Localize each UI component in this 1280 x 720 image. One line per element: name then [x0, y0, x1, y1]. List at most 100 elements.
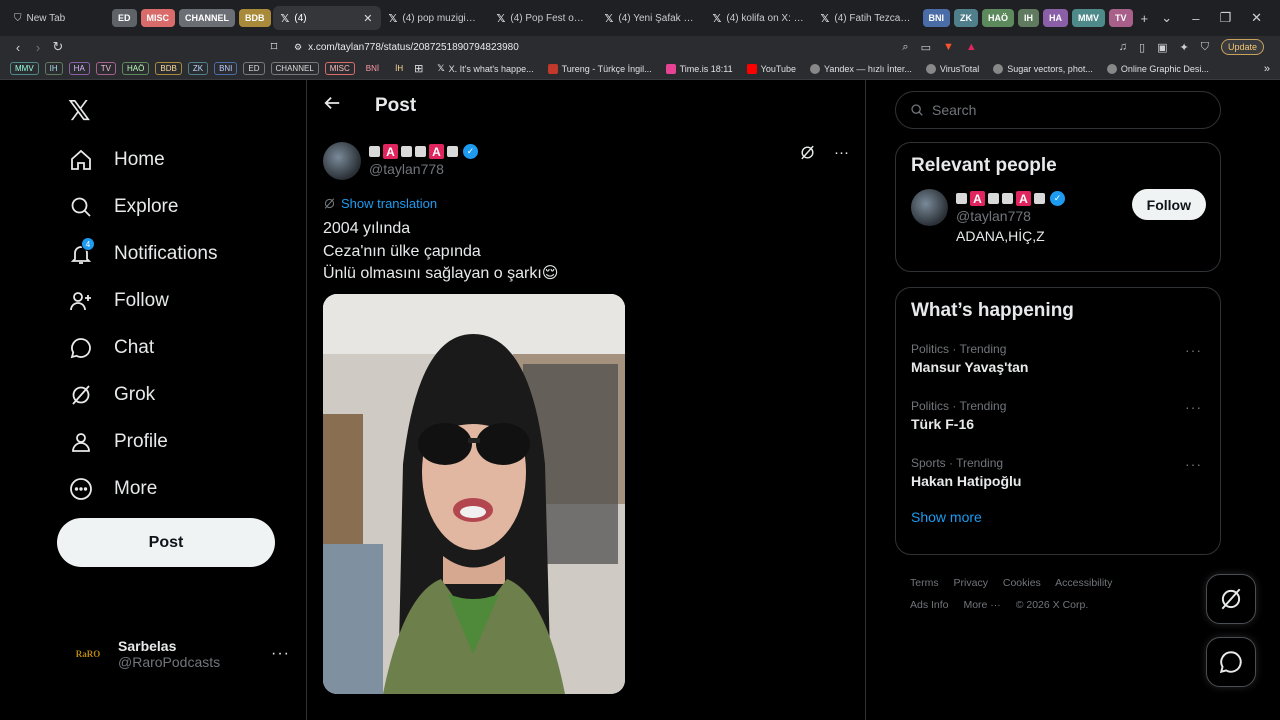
- tab-group-tv[interactable]: TV: [1109, 9, 1133, 27]
- close-window-icon[interactable]: ✕: [1251, 10, 1262, 26]
- nav-explore[interactable]: Explore: [68, 194, 178, 220]
- compose-post-button[interactable]: Post: [57, 518, 275, 567]
- search-input[interactable]: Search: [895, 91, 1221, 129]
- bookmark-group-ed[interactable]: ED: [243, 62, 265, 75]
- bookmark-group-bdb[interactable]: BDB: [155, 62, 182, 75]
- restore-icon[interactable]: ❐: [1219, 10, 1231, 26]
- vpn-icon[interactable]: ⛉: [1201, 41, 1209, 54]
- tab-new-tab[interactable]: ⛉ New Tab: [6, 6, 110, 30]
- bookmark-group-misc[interactable]: MISC: [324, 62, 355, 75]
- bookmark-group-bni[interactable]: BNI: [214, 62, 238, 75]
- tab-group-bdb[interactable]: BDB: [239, 9, 271, 27]
- tab-group-zk[interactable]: ZK: [954, 9, 979, 27]
- more-options-icon[interactable]: ···: [271, 645, 290, 663]
- url-field[interactable]: ⚙ x.com/taylan778/status/208725189079482…: [294, 42, 902, 53]
- trend-item[interactable]: Politics · Trending Türk F-16 ···: [896, 391, 1220, 440]
- show-translation-link[interactable]: Show translation: [323, 196, 437, 211]
- tab-yeni-safak[interactable]: 𝕏 (4) Yeni Şafak on X: ": [597, 6, 705, 30]
- brave-shield-icon[interactable]: ▼: [943, 41, 954, 53]
- update-button[interactable]: Update: [1220, 39, 1264, 55]
- bookmark-youtube[interactable]: YouTube: [746, 63, 796, 74]
- bookmark-graphic-design[interactable]: Online Graphic Desi...: [1106, 63, 1209, 74]
- sidebar-toggle-icon[interactable]: ▯: [1139, 41, 1145, 54]
- cast-icon[interactable]: ▭: [921, 41, 931, 54]
- close-icon[interactable]: ✕: [363, 12, 372, 25]
- bookmark-timeis[interactable]: Time.is 18:11: [665, 63, 733, 74]
- more-options-icon[interactable]: ···: [1185, 342, 1202, 358]
- chevron-down-icon[interactable]: ⌄: [1161, 10, 1172, 26]
- nav-profile[interactable]: Profile: [68, 429, 168, 455]
- nav-grok[interactable]: Grok: [68, 382, 155, 408]
- bookmark-yandex[interactable]: Yandex — hızlı İnter...: [810, 63, 912, 74]
- display-name[interactable]: A A ✓: [956, 191, 1065, 206]
- rewards-icon[interactable]: ▲: [966, 41, 977, 53]
- nav-more[interactable]: More: [68, 476, 157, 502]
- bookmark-sugar-vectors[interactable]: Sugar vectors, phot...: [993, 63, 1093, 74]
- display-name[interactable]: A A ✓: [369, 144, 478, 159]
- back-arrow-icon[interactable]: [323, 94, 341, 117]
- tab-group-mmv[interactable]: MMV: [1072, 9, 1106, 27]
- bookmark-group-ih-2[interactable]: İH: [390, 62, 408, 75]
- tab-group-ih[interactable]: IH: [1018, 9, 1040, 27]
- grok-icon[interactable]: [799, 144, 816, 165]
- avatar[interactable]: [911, 189, 948, 226]
- zoom-icon[interactable]: ⌕: [902, 41, 908, 54]
- bookmark-group-hao[interactable]: HAÖ: [122, 62, 150, 75]
- author-handle[interactable]: @taylan778: [369, 161, 478, 177]
- follow-button[interactable]: Follow: [1131, 189, 1206, 220]
- bookmark-group-bni-2[interactable]: BNİ: [361, 62, 384, 75]
- trend-item[interactable]: Sports · Trending Hakan Hatipoğlu ···: [896, 448, 1220, 497]
- x-logo-icon[interactable]: 𝕏: [68, 94, 91, 127]
- minimize-icon[interactable]: –: [1192, 11, 1199, 26]
- bookmark-x[interactable]: 𝕏 X. It's what's happe...: [437, 63, 533, 74]
- tab-fatih-tezcan[interactable]: 𝕏 (4) Fatih Tezcan on X: [813, 6, 921, 30]
- tab-pop-fest[interactable]: 𝕏 (4) Pop Fest on X: "M: [489, 6, 597, 30]
- site-info-icon[interactable]: ⚙: [294, 42, 302, 53]
- bookmark-group-ha[interactable]: HA: [68, 62, 90, 75]
- trend-item[interactable]: Politics · Trending Mansur Yavaş'tan ···: [896, 334, 1220, 383]
- footer-link-terms[interactable]: Terms: [910, 577, 939, 589]
- apps-grid-icon[interactable]: ⊞: [414, 62, 423, 75]
- footer-link-accessibility[interactable]: Accessibility: [1055, 577, 1112, 589]
- person-row[interactable]: A A ✓ @taylan778 ADANA,HİÇ,Z Follow: [896, 189, 1220, 256]
- tab-group-bni[interactable]: BNI: [922, 9, 951, 27]
- leo-icon[interactable]: ✦: [1180, 41, 1189, 54]
- more-options-icon[interactable]: ···: [834, 144, 849, 165]
- tab-group-ed[interactable]: ED: [112, 9, 137, 27]
- tab-group-misc[interactable]: MISC: [140, 9, 176, 27]
- back-icon[interactable]: ‹: [8, 40, 28, 55]
- nav-chat[interactable]: Chat: [68, 335, 154, 361]
- show-more-link[interactable]: Show more: [896, 497, 1220, 541]
- grok-fab-button[interactable]: [1206, 574, 1256, 624]
- tab-pop-muzigin[interactable]: 𝕏 (4) pop muzigin atas: [381, 6, 489, 30]
- footer-link-more[interactable]: More ···: [963, 599, 1000, 611]
- tab-group-hao[interactable]: HAÖ: [982, 9, 1015, 27]
- tab-kolifa[interactable]: 𝕏 (4) kolifa on X: "Men: [705, 6, 813, 30]
- more-options-icon[interactable]: ···: [1185, 399, 1202, 415]
- tab-active-post[interactable]: 𝕏 (4) ✕: [272, 6, 381, 30]
- nav-follow[interactable]: Follow: [68, 288, 169, 314]
- nav-home[interactable]: Home: [68, 147, 165, 173]
- account-switcher[interactable]: RaRO Sarbelas @RaroPodcasts ···: [70, 636, 290, 672]
- reload-icon[interactable]: ↻: [48, 39, 68, 55]
- forward-icon[interactable]: ›: [28, 40, 48, 55]
- bookmark-virustotal[interactable]: VirusTotal: [925, 63, 979, 74]
- bookmark-group-zk[interactable]: ZK: [187, 62, 209, 75]
- tab-group-channel[interactable]: CHANNEL: [179, 9, 236, 27]
- media-icon[interactable]: ♫: [1119, 41, 1127, 53]
- tab-group-ha[interactable]: HA: [1043, 9, 1069, 27]
- footer-link-cookies[interactable]: Cookies: [1003, 577, 1041, 589]
- bookmark-icon[interactable]: ⌑: [264, 39, 284, 55]
- footer-link-ads-info[interactable]: Ads Info: [910, 599, 949, 611]
- bookmark-group-ih[interactable]: IH: [44, 62, 63, 75]
- more-options-icon[interactable]: ···: [1185, 456, 1202, 472]
- post-video[interactable]: [323, 294, 625, 694]
- nav-notifications[interactable]: 4 Notifications: [68, 237, 218, 267]
- chat-fab-button[interactable]: [1206, 637, 1256, 687]
- person-handle[interactable]: @taylan778: [956, 208, 1065, 224]
- bookmark-group-tv[interactable]: TV: [95, 62, 117, 75]
- bookmark-group-channel[interactable]: CHANNEL: [270, 62, 319, 75]
- footer-link-privacy[interactable]: Privacy: [954, 577, 988, 589]
- new-tab-plus-icon[interactable]: +: [1141, 11, 1149, 26]
- bookmark-group-mmv[interactable]: MMV: [10, 62, 39, 75]
